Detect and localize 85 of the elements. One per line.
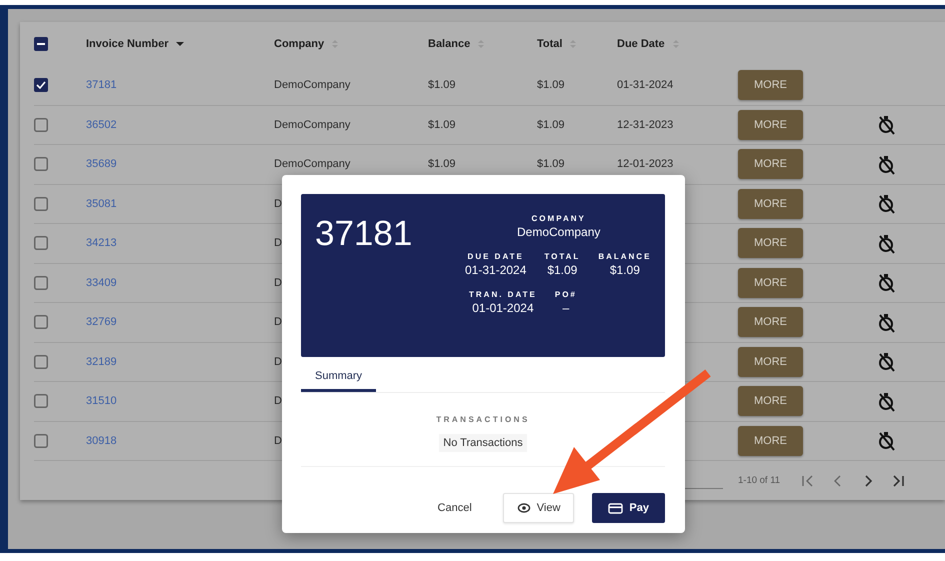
column-header[interactable]: Invoice Number bbox=[86, 38, 169, 50]
invoice-link[interactable]: 35081 bbox=[86, 198, 117, 210]
invoice-link[interactable]: 32769 bbox=[86, 316, 117, 328]
field-label: BALANCE bbox=[598, 252, 652, 261]
more-button[interactable]: MORE bbox=[738, 386, 803, 416]
field-label: TRAN. DATE bbox=[469, 290, 537, 299]
field-label: DUE DATE bbox=[468, 252, 524, 261]
table-cell: D bbox=[274, 276, 282, 289]
table-cell: D bbox=[274, 237, 282, 250]
more-button[interactable]: MORE bbox=[738, 346, 803, 377]
checkbox[interactable] bbox=[34, 434, 48, 448]
empty-message: No Transactions bbox=[439, 434, 527, 452]
credit-card-icon bbox=[608, 500, 624, 516]
column-header[interactable]: Total bbox=[537, 38, 562, 50]
more-button[interactable]: MORE bbox=[738, 307, 803, 338]
dialog-button[interactable]: View bbox=[502, 493, 574, 523]
field-value: DemoCompany bbox=[517, 225, 600, 239]
table-cell: $1.09 bbox=[428, 158, 456, 170]
field-value: 01-01-2024 bbox=[472, 301, 534, 315]
invoice-link[interactable]: 37181 bbox=[86, 79, 117, 92]
more-button[interactable]: MORE bbox=[738, 188, 803, 219]
field-label: TOTAL bbox=[544, 252, 580, 261]
field-value: 01-31-2024 bbox=[465, 263, 526, 277]
table-cell: $1.09 bbox=[428, 118, 456, 131]
timer-off-icon[interactable] bbox=[876, 312, 896, 333]
table-cell: D bbox=[274, 316, 282, 328]
table-cell: $1.09 bbox=[537, 158, 565, 170]
field-value: – bbox=[562, 301, 570, 315]
timer-off-icon[interactable] bbox=[876, 351, 896, 372]
table-cell: 12-01-2023 bbox=[617, 158, 674, 170]
timer-off-icon[interactable] bbox=[876, 430, 896, 452]
timer-off-icon[interactable] bbox=[876, 193, 896, 214]
timer-off-icon[interactable] bbox=[876, 114, 896, 136]
more-button[interactable]: MORE bbox=[738, 149, 803, 180]
table-cell: DemoCompany bbox=[274, 118, 350, 131]
checkbox[interactable] bbox=[34, 78, 48, 92]
checkbox[interactable] bbox=[34, 118, 48, 132]
invoice-number: 37181 bbox=[314, 213, 414, 255]
timer-off-icon[interactable] bbox=[876, 390, 896, 412]
invoice-link[interactable]: 30918 bbox=[86, 434, 117, 447]
table-cell: D bbox=[274, 395, 282, 408]
table-cell: DemoCompany bbox=[274, 79, 350, 92]
table-cell: DemoCompany bbox=[274, 158, 350, 170]
checkbox[interactable] bbox=[34, 276, 48, 290]
table-cell: $1.09 bbox=[537, 79, 565, 92]
eye-icon bbox=[516, 501, 531, 515]
field-label: PO# bbox=[554, 290, 577, 299]
section-label: TRANSACTIONS bbox=[436, 415, 530, 424]
table-cell: $1.09 bbox=[428, 79, 456, 92]
invoice-link[interactable]: 33409 bbox=[86, 276, 117, 289]
table-cell: D bbox=[274, 434, 282, 447]
dialog-button[interactable]: Pay bbox=[592, 493, 665, 523]
table-cell: D bbox=[274, 356, 282, 368]
invoice-link[interactable]: 32189 bbox=[86, 356, 117, 368]
invoice-link[interactable]: 35689 bbox=[86, 158, 117, 170]
timer-off-icon[interactable] bbox=[876, 154, 896, 175]
table-cell: 12-31-2023 bbox=[617, 118, 674, 131]
more-button[interactable]: MORE bbox=[738, 228, 803, 258]
invoice-link[interactable]: 31510 bbox=[86, 395, 117, 408]
field-value: $1.09 bbox=[610, 263, 640, 277]
column-header[interactable]: Company bbox=[274, 38, 324, 50]
checkbox[interactable] bbox=[34, 196, 48, 211]
table-cell: 01-31-2024 bbox=[617, 79, 674, 92]
field-value: $1.09 bbox=[547, 263, 578, 277]
table-cell: D bbox=[274, 198, 282, 210]
timer-off-icon[interactable] bbox=[876, 272, 896, 294]
invoice-link[interactable]: 34213 bbox=[86, 237, 117, 250]
summary-tab[interactable]: Summary bbox=[301, 364, 376, 392]
checkbox[interactable] bbox=[34, 315, 48, 330]
checkbox[interactable] bbox=[34, 354, 48, 369]
checkbox[interactable] bbox=[34, 236, 48, 250]
invoice-link[interactable]: 36502 bbox=[86, 118, 117, 131]
more-button[interactable]: MORE bbox=[738, 70, 803, 100]
checkbox[interactable] bbox=[34, 394, 48, 408]
page-range: 1-10 of 11 bbox=[738, 475, 780, 486]
column-header[interactable]: Balance bbox=[428, 38, 470, 50]
table-cell: $1.09 bbox=[537, 118, 565, 131]
timer-off-icon[interactable] bbox=[876, 232, 896, 254]
more-button[interactable]: MORE bbox=[738, 268, 803, 298]
more-button[interactable]: MORE bbox=[738, 110, 803, 140]
checkbox[interactable] bbox=[34, 157, 48, 172]
column-header[interactable]: Due Date bbox=[617, 38, 665, 50]
more-button[interactable]: MORE bbox=[738, 426, 803, 456]
field-label: COMPANY bbox=[532, 214, 586, 223]
checkbox[interactable] bbox=[34, 37, 48, 51]
